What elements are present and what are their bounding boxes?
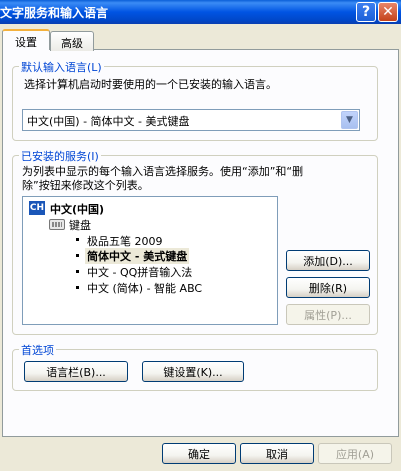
tree-item-abc[interactable]: 中文 (简体) - 智能 ABC	[87, 280, 202, 296]
tree-node-keyboard[interactable]: 键盘	[69, 217, 91, 233]
language-badge-icon: CH	[29, 201, 45, 215]
add-button[interactable]: 添加(D)...	[286, 250, 370, 271]
close-icon: ✕	[382, 4, 394, 20]
cancel-button[interactable]: 取消	[240, 443, 314, 464]
properties-button[interactable]: 属性(P)...	[286, 304, 370, 325]
default-language-dropdown[interactable]: 中文(中国) - 简体中文 - 美式键盘 ▼	[22, 109, 360, 131]
default-language-legend: 默认输入语言(L)	[19, 59, 104, 75]
title-bar[interactable]: 文字服务和输入语言 ? ✕	[0, 0, 401, 24]
keyboard-icon	[49, 219, 65, 230]
tab-advanced[interactable]: 高级	[50, 31, 94, 51]
installed-services-description-2: 除”按钮来修改这个列表。	[22, 179, 149, 192]
tree-bullet-icon	[76, 254, 79, 257]
help-icon: ?	[361, 4, 371, 20]
apply-button[interactable]: 应用(A)	[318, 443, 392, 464]
chevron-down-icon[interactable]: ▼	[341, 111, 358, 129]
window-title: 文字服务和输入语言	[0, 6, 109, 20]
close-button[interactable]: ✕	[378, 2, 398, 22]
tree-bullet-icon	[76, 238, 79, 241]
services-tree[interactable]: CH 中文(中国) 键盘 极品五笔 2009 简体中文 - 美式键盘 中文 - …	[22, 196, 278, 325]
tree-node-language[interactable]: 中文(中国)	[50, 201, 104, 217]
default-language-description: 选择计算机启动时要使用的一个已安装的输入语言。	[24, 78, 277, 91]
tree-item-qq-pinyin[interactable]: 中文 - QQ拼音输入法	[87, 264, 192, 280]
language-bar-button[interactable]: 语言栏(B)...	[24, 361, 128, 382]
ok-button[interactable]: 确定	[162, 443, 236, 464]
default-language-value: 中文(中国) - 简体中文 - 美式键盘	[27, 115, 190, 128]
dialog-window: 文字服务和输入语言 ? ✕ 设置 高级 默认输入语言(L) 选择计算机启动时要使…	[0, 0, 401, 471]
tree-item-wubi[interactable]: 极品五笔 2009	[87, 233, 163, 249]
tree-item-us-keyboard[interactable]: 简体中文 - 美式键盘	[85, 248, 190, 264]
remove-button[interactable]: 删除(R)	[286, 277, 370, 298]
installed-services-legend: 已安装的服务(I)	[19, 148, 101, 164]
key-settings-button[interactable]: 键设置(K)...	[142, 361, 244, 382]
help-button[interactable]: ?	[356, 2, 376, 22]
preferences-legend: 首选项	[19, 342, 56, 358]
tab-settings[interactable]: 设置	[2, 29, 50, 50]
tree-bullet-icon	[76, 286, 79, 289]
tree-bullet-icon	[76, 270, 79, 273]
